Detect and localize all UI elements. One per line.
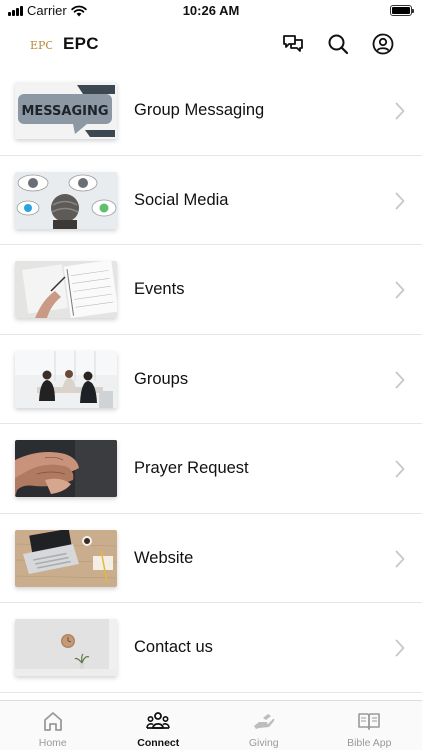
chevron-right-icon <box>395 102 405 120</box>
search-icon[interactable] <box>326 32 350 56</box>
list-item-groups[interactable]: Groups <box>0 335 422 424</box>
tab-home[interactable]: Home <box>0 701 106 750</box>
status-time: 10:26 AM <box>182 3 240 18</box>
connect-list: MESSAGING Group Messaging Social Media E… <box>0 66 422 700</box>
chevron-right-icon <box>395 460 405 478</box>
status-bar: Carrier 10:26 AM <box>0 0 422 22</box>
list-item-label: Prayer Request <box>134 459 249 477</box>
logo-letters: EPC <box>30 39 52 52</box>
app-header: EPC EPC <box>0 22 422 66</box>
prayer-request-thumbnail <box>15 440 117 497</box>
list-item-social-media[interactable]: Social Media <box>0 156 422 245</box>
tab-label: Bible App <box>347 737 392 749</box>
church-logo: EPC <box>30 34 54 54</box>
list-item-label: Events <box>134 280 185 298</box>
chevron-right-icon <box>395 192 405 209</box>
app-title: EPC <box>63 34 99 53</box>
list-item-label: Groups <box>134 369 189 388</box>
battery-icon <box>390 5 414 16</box>
list-item-label: Group Messaging <box>134 101 265 119</box>
list-item-label: Contact us <box>134 638 213 656</box>
chevron-right-icon <box>395 371 405 388</box>
thumb-messaging-text: MESSAGING <box>21 104 108 119</box>
chat-icon[interactable] <box>281 32 305 56</box>
website-thumbnail <box>15 529 117 587</box>
social-media-thumbnail <box>15 171 117 229</box>
bottom-tab-bar: Home Connect Giving Bible App <box>0 700 422 750</box>
people-icon <box>146 712 171 729</box>
tab-label: Home <box>38 737 67 749</box>
list-item-group-messaging[interactable]: MESSAGING Group Messaging <box>0 66 422 156</box>
profile-icon[interactable] <box>371 32 395 56</box>
giving-hand-icon <box>253 714 275 729</box>
tab-bible-app[interactable]: Bible App <box>317 701 422 750</box>
events-thumbnail <box>15 261 117 318</box>
groups-thumbnail <box>15 350 117 408</box>
tab-giving[interactable]: Giving <box>211 701 317 750</box>
group-messaging-thumbnail: MESSAGING <box>15 82 117 139</box>
list-item-label: Website <box>134 548 194 567</box>
tab-label: Connect <box>137 737 180 749</box>
chevron-right-icon <box>395 281 405 299</box>
chevron-right-icon <box>395 550 405 567</box>
list-item-website[interactable]: Website <box>0 514 422 603</box>
book-icon <box>358 713 381 730</box>
chevron-right-icon <box>395 639 405 657</box>
list-item-contact-us[interactable]: Contact us <box>0 603 422 693</box>
home-icon <box>43 712 62 731</box>
list-item-prayer-request[interactable]: Prayer Request <box>0 424 422 514</box>
list-item-label: Social Media <box>134 190 229 209</box>
tab-label: Giving <box>248 737 279 749</box>
tab-connect[interactable]: Connect <box>106 701 212 750</box>
contact-us-thumbnail <box>15 619 117 676</box>
list-item-events[interactable]: Events <box>0 245 422 335</box>
